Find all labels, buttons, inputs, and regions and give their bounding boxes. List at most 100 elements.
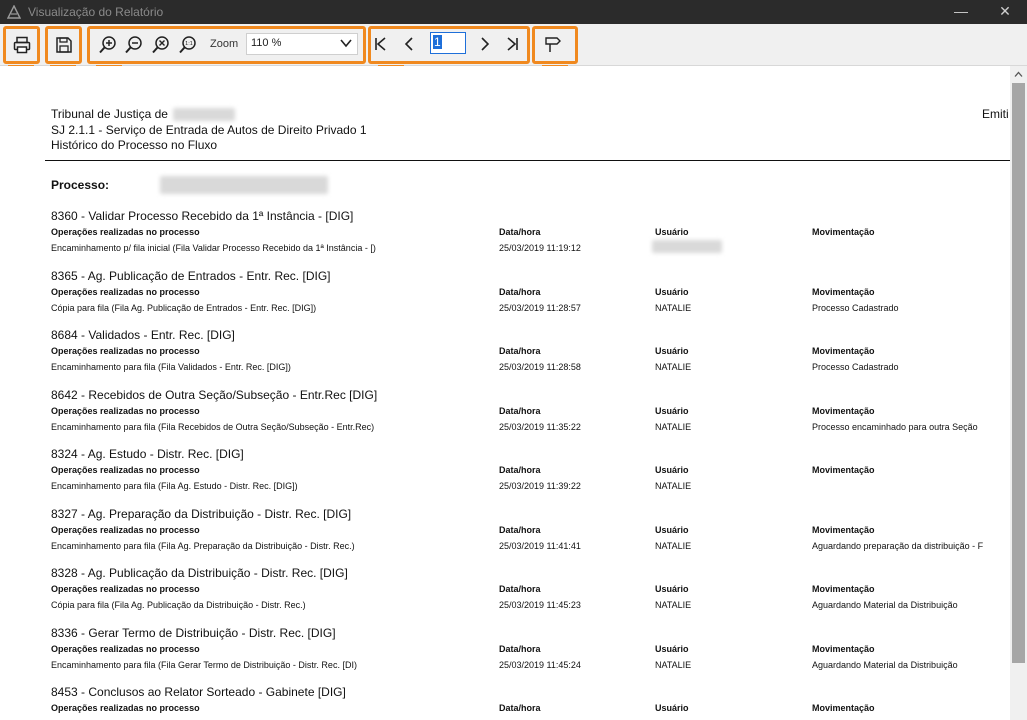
entry-title: 8365 - Ag. Publicação de Entrados - Entr… [51,269,331,283]
user-column-header: Usuário [655,227,689,237]
movement-column-header: Movimentação [812,406,875,416]
printer-icon [13,36,31,54]
movement-value: Processo encaminhado para outra Seção [812,422,978,432]
zoom-fit-button[interactable] [148,32,174,58]
signpost-marker-icon [545,37,561,52]
datetime-column-header: Data/hora [499,644,541,654]
ops-column-header: Operações realizadas no processo [51,406,200,416]
user-column-header: Usuário [655,644,689,654]
operation-value: Encaminhamento p/ fila inicial (Fila Val… [51,243,376,253]
entry-title: 8328 - Ag. Publicação da Distribuição - … [51,566,348,580]
redacted-process-number [160,176,328,194]
history-entry: 8327 - Ag. Preparação da Distribuição - … [0,507,1010,567]
history-entry: 8684 - Validados - Entr. Rec. [DIG] Opera… [0,328,1010,388]
datetime-column-header: Data/hora [499,525,541,535]
report-title: Histórico do Processo no Fluxo [51,138,218,152]
svg-text:1:1: 1:1 [185,41,193,47]
datetime-value: 25/03/2019 11:45:23 [499,600,581,610]
datetime-value: 25/03/2019 11:35:22 [499,422,581,432]
close-button[interactable]: ✕ [982,0,1027,24]
user-value: NATALIE [655,600,692,610]
ops-column-header: Operações realizadas no processo [51,227,200,237]
datetime-column-header: Data/hora [499,465,541,475]
movement-column-header: Movimentação [812,525,875,535]
save-icon [56,37,72,53]
operation-value: Encaminhamento para fila (Fila Gerar Ter… [51,660,357,670]
chevron-up-icon [1014,71,1023,77]
movement-value: Processo Cadastrado [812,303,899,313]
zoom-select[interactable]: 110 % [246,33,358,55]
zoom-out-button[interactable] [121,32,147,58]
datetime-value: 25/03/2019 11:41:41 [499,541,581,551]
zoom-value: 110 % [251,37,282,49]
entry-title: 8684 - Validados - Entr. Rec. [DIG] [51,328,235,342]
ops-column-header: Operações realizadas no processo [51,346,200,356]
operation-value: Cópia para fila (Fila Ag. Publicação de … [51,303,317,313]
movement-column-header: Movimentação [812,584,875,594]
history-entry: 8360 - Validar Processo Recebido da 1ª I… [0,209,1010,269]
marker-button[interactable] [540,31,566,57]
history-entry: 8365 - Ag. Publicação de Entrados - Entr… [0,269,1010,329]
app-logo-icon [7,5,21,19]
title-bar: Visualização do Relatório — ✕ [0,0,1027,24]
user-column-header: Usuário [655,406,689,416]
operation-value: Cópia para fila (Fila Ag. Publicação da … [51,600,306,610]
user-value: NATALIE [655,481,692,491]
print-button[interactable] [9,32,35,58]
entry-title: 8327 - Ag. Preparação da Distribuição - … [51,507,352,521]
scroll-up-button[interactable] [1010,66,1027,83]
user-value: NATALIE [655,303,692,313]
header-divider [45,160,1010,161]
ops-column-header: Operações realizadas no processo [51,644,200,654]
zoom-actual-size-button[interactable]: 1:1 [175,32,201,58]
datetime-column-header: Data/hora [499,703,541,713]
vertical-scrollbar[interactable] [1010,66,1027,720]
save-button[interactable] [51,32,77,58]
datetime-value: 25/03/2019 11:19:12 [499,243,581,253]
history-entry: 8324 - Ag. Estudo - Distr. Rec. [DIG] Ope… [0,447,1010,507]
operation-value: Encaminhamento para fila (Fila Ag. Prepa… [51,541,355,551]
report-viewer: Tribunal de Justiça de SJ 2.1.1 - Serviç… [0,66,1010,720]
user-column-header: Usuário [655,346,689,356]
page-number-value: 1 [433,35,442,49]
first-page-icon [375,37,386,51]
user-value: NATALIE [655,541,692,551]
previous-page-button[interactable] [396,31,422,57]
history-entry: 8642 - Recebidos de Outra Seção/Subseção… [0,388,1010,448]
datetime-value: 25/03/2019 11:28:58 [499,362,581,372]
history-entry: 8336 - Gerar Termo de Distribuição - Dis… [0,626,1010,686]
last-page-icon [507,37,518,51]
datetime-column-header: Data/hora [499,287,541,297]
operation-value: Encaminhamento para fila (Fila Recebidos… [51,422,375,432]
datetime-value: 25/03/2019 11:28:57 [499,303,581,313]
zoom-label: Zoom [210,38,239,50]
next-page-button[interactable] [472,31,498,57]
datetime-column-header: Data/hora [499,584,541,594]
history-entry: 8328 - Ag. Publicação da Distribuição - … [0,566,1010,626]
ops-column-header: Operações realizadas no processo [51,465,200,475]
user-column-header: Usuário [655,525,689,535]
first-page-button[interactable] [368,31,394,57]
user-value: NATALIE [655,422,692,432]
entry-title: 8360 - Validar Processo Recebido da 1ª I… [51,209,354,223]
scroll-thumb[interactable] [1012,83,1025,663]
movement-value: Processo Cadastrado [812,362,899,372]
datetime-value: 25/03/2019 11:45:24 [499,660,581,670]
operation-value: Encaminhamento para fila (Fila Ag. Estud… [51,481,298,491]
zoom-in-button[interactable] [95,32,121,58]
movement-column-header: Movimentação [812,644,875,654]
redacted-court-name [173,108,236,122]
org-line: Tribunal de Justiça de [51,107,236,122]
minimize-button[interactable]: — [938,0,984,24]
previous-page-icon [404,37,413,51]
entry-title: 8453 - Conclusos ao Relator Sorteado - G… [51,685,346,699]
last-page-button[interactable] [499,31,525,57]
datetime-column-header: Data/hora [499,227,541,237]
page-number-input[interactable]: 1 [430,32,466,54]
datetime-column-header: Data/hora [499,406,541,416]
zoom-one-to-one-icon: 1:1 [179,36,196,54]
movement-column-header: Movimentação [812,703,875,713]
unit-line: SJ 2.1.1 - Serviço de Entrada de Autos d… [51,123,367,137]
org-line-text: Tribunal de Justiça de [51,107,168,121]
user-column-header: Usuário [655,287,689,297]
